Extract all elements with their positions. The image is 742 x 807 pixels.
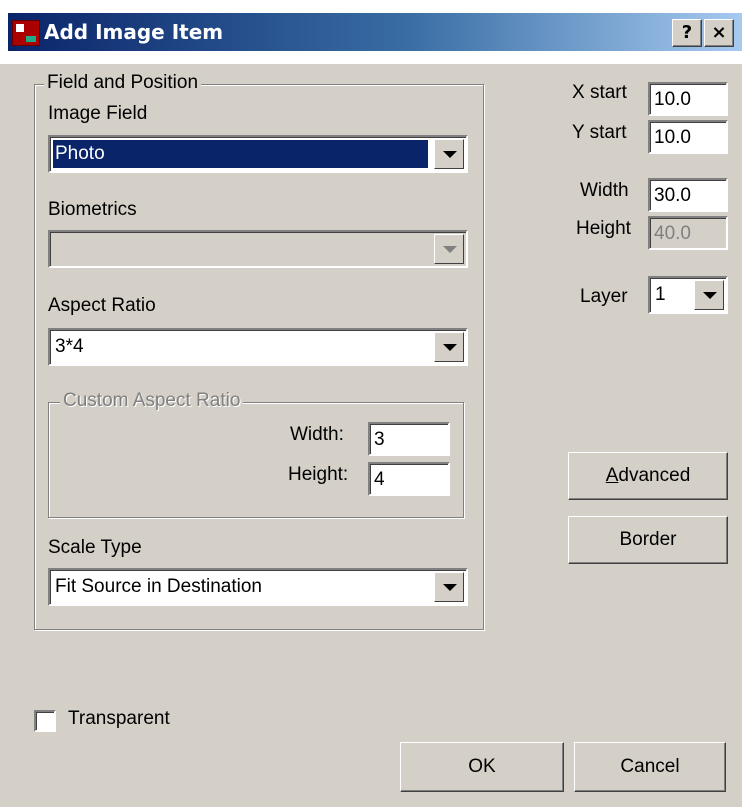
transparent-label[interactable]: Transparent <box>68 708 170 730</box>
image-field-label: Image Field <box>48 103 148 124</box>
biometrics-label: Biometrics <box>48 199 137 220</box>
height-input: 40.0 <box>648 216 728 250</box>
app-icon <box>12 20 40 46</box>
border-button[interactable]: Border <box>568 516 728 564</box>
custom-width-label: Width: <box>290 424 344 445</box>
x-start-label: X start <box>572 82 627 103</box>
cancel-button[interactable]: Cancel <box>574 742 726 792</box>
field-and-position-legend: Field and Position <box>44 72 202 94</box>
biometrics-select <box>48 230 468 268</box>
layer-value: 1 <box>655 284 666 305</box>
advanced-button[interactable]: Advanced <box>568 452 728 500</box>
advanced-accelerator: A <box>605 465 619 486</box>
chevron-down-icon[interactable] <box>434 332 464 362</box>
width-label: Width <box>580 180 629 201</box>
chevron-down-icon[interactable] <box>694 280 724 310</box>
custom-width-input[interactable]: 3 <box>368 422 450 456</box>
chevron-down-icon[interactable] <box>434 572 464 602</box>
title-bar[interactable]: Add Image Item ? × <box>0 0 742 64</box>
chevron-down-icon[interactable] <box>434 139 464 169</box>
layer-label: Layer <box>580 286 628 307</box>
transparent-checkbox[interactable] <box>34 710 56 732</box>
y-start-label: Y start <box>572 122 627 143</box>
chevron-down-icon <box>434 234 464 264</box>
aspect-ratio-value: 3*4 <box>55 336 84 357</box>
image-field-select[interactable]: Photo <box>48 135 468 173</box>
scale-type-value: Fit Source in Destination <box>55 576 262 597</box>
help-button[interactable]: ? <box>672 19 702 47</box>
aspect-ratio-label: Aspect Ratio <box>48 295 156 316</box>
x-start-input[interactable]: 10.0 <box>648 82 728 116</box>
width-input[interactable]: 30.0 <box>648 178 728 212</box>
advanced-label: dvanced <box>618 465 691 486</box>
biometrics-value <box>53 235 428 263</box>
scale-type-select[interactable]: Fit Source in Destination <box>48 568 468 606</box>
custom-height-label: Height: <box>288 464 349 485</box>
window-title: Add Image Item <box>44 20 224 44</box>
layer-select[interactable]: 1 <box>648 276 728 314</box>
y-start-input[interactable]: 10.0 <box>648 120 728 154</box>
custom-aspect-ratio-legend: Custom Aspect Ratio <box>60 390 244 412</box>
ok-button[interactable]: OK <box>400 742 564 792</box>
image-field-value: Photo <box>53 140 428 168</box>
custom-height-input[interactable]: 4 <box>368 462 450 496</box>
height-label: Height <box>576 218 631 239</box>
custom-aspect-ratio-group <box>48 402 464 518</box>
aspect-ratio-select[interactable]: 3*4 <box>48 328 468 366</box>
scale-type-label: Scale Type <box>48 537 142 558</box>
close-button[interactable]: × <box>704 19 734 47</box>
